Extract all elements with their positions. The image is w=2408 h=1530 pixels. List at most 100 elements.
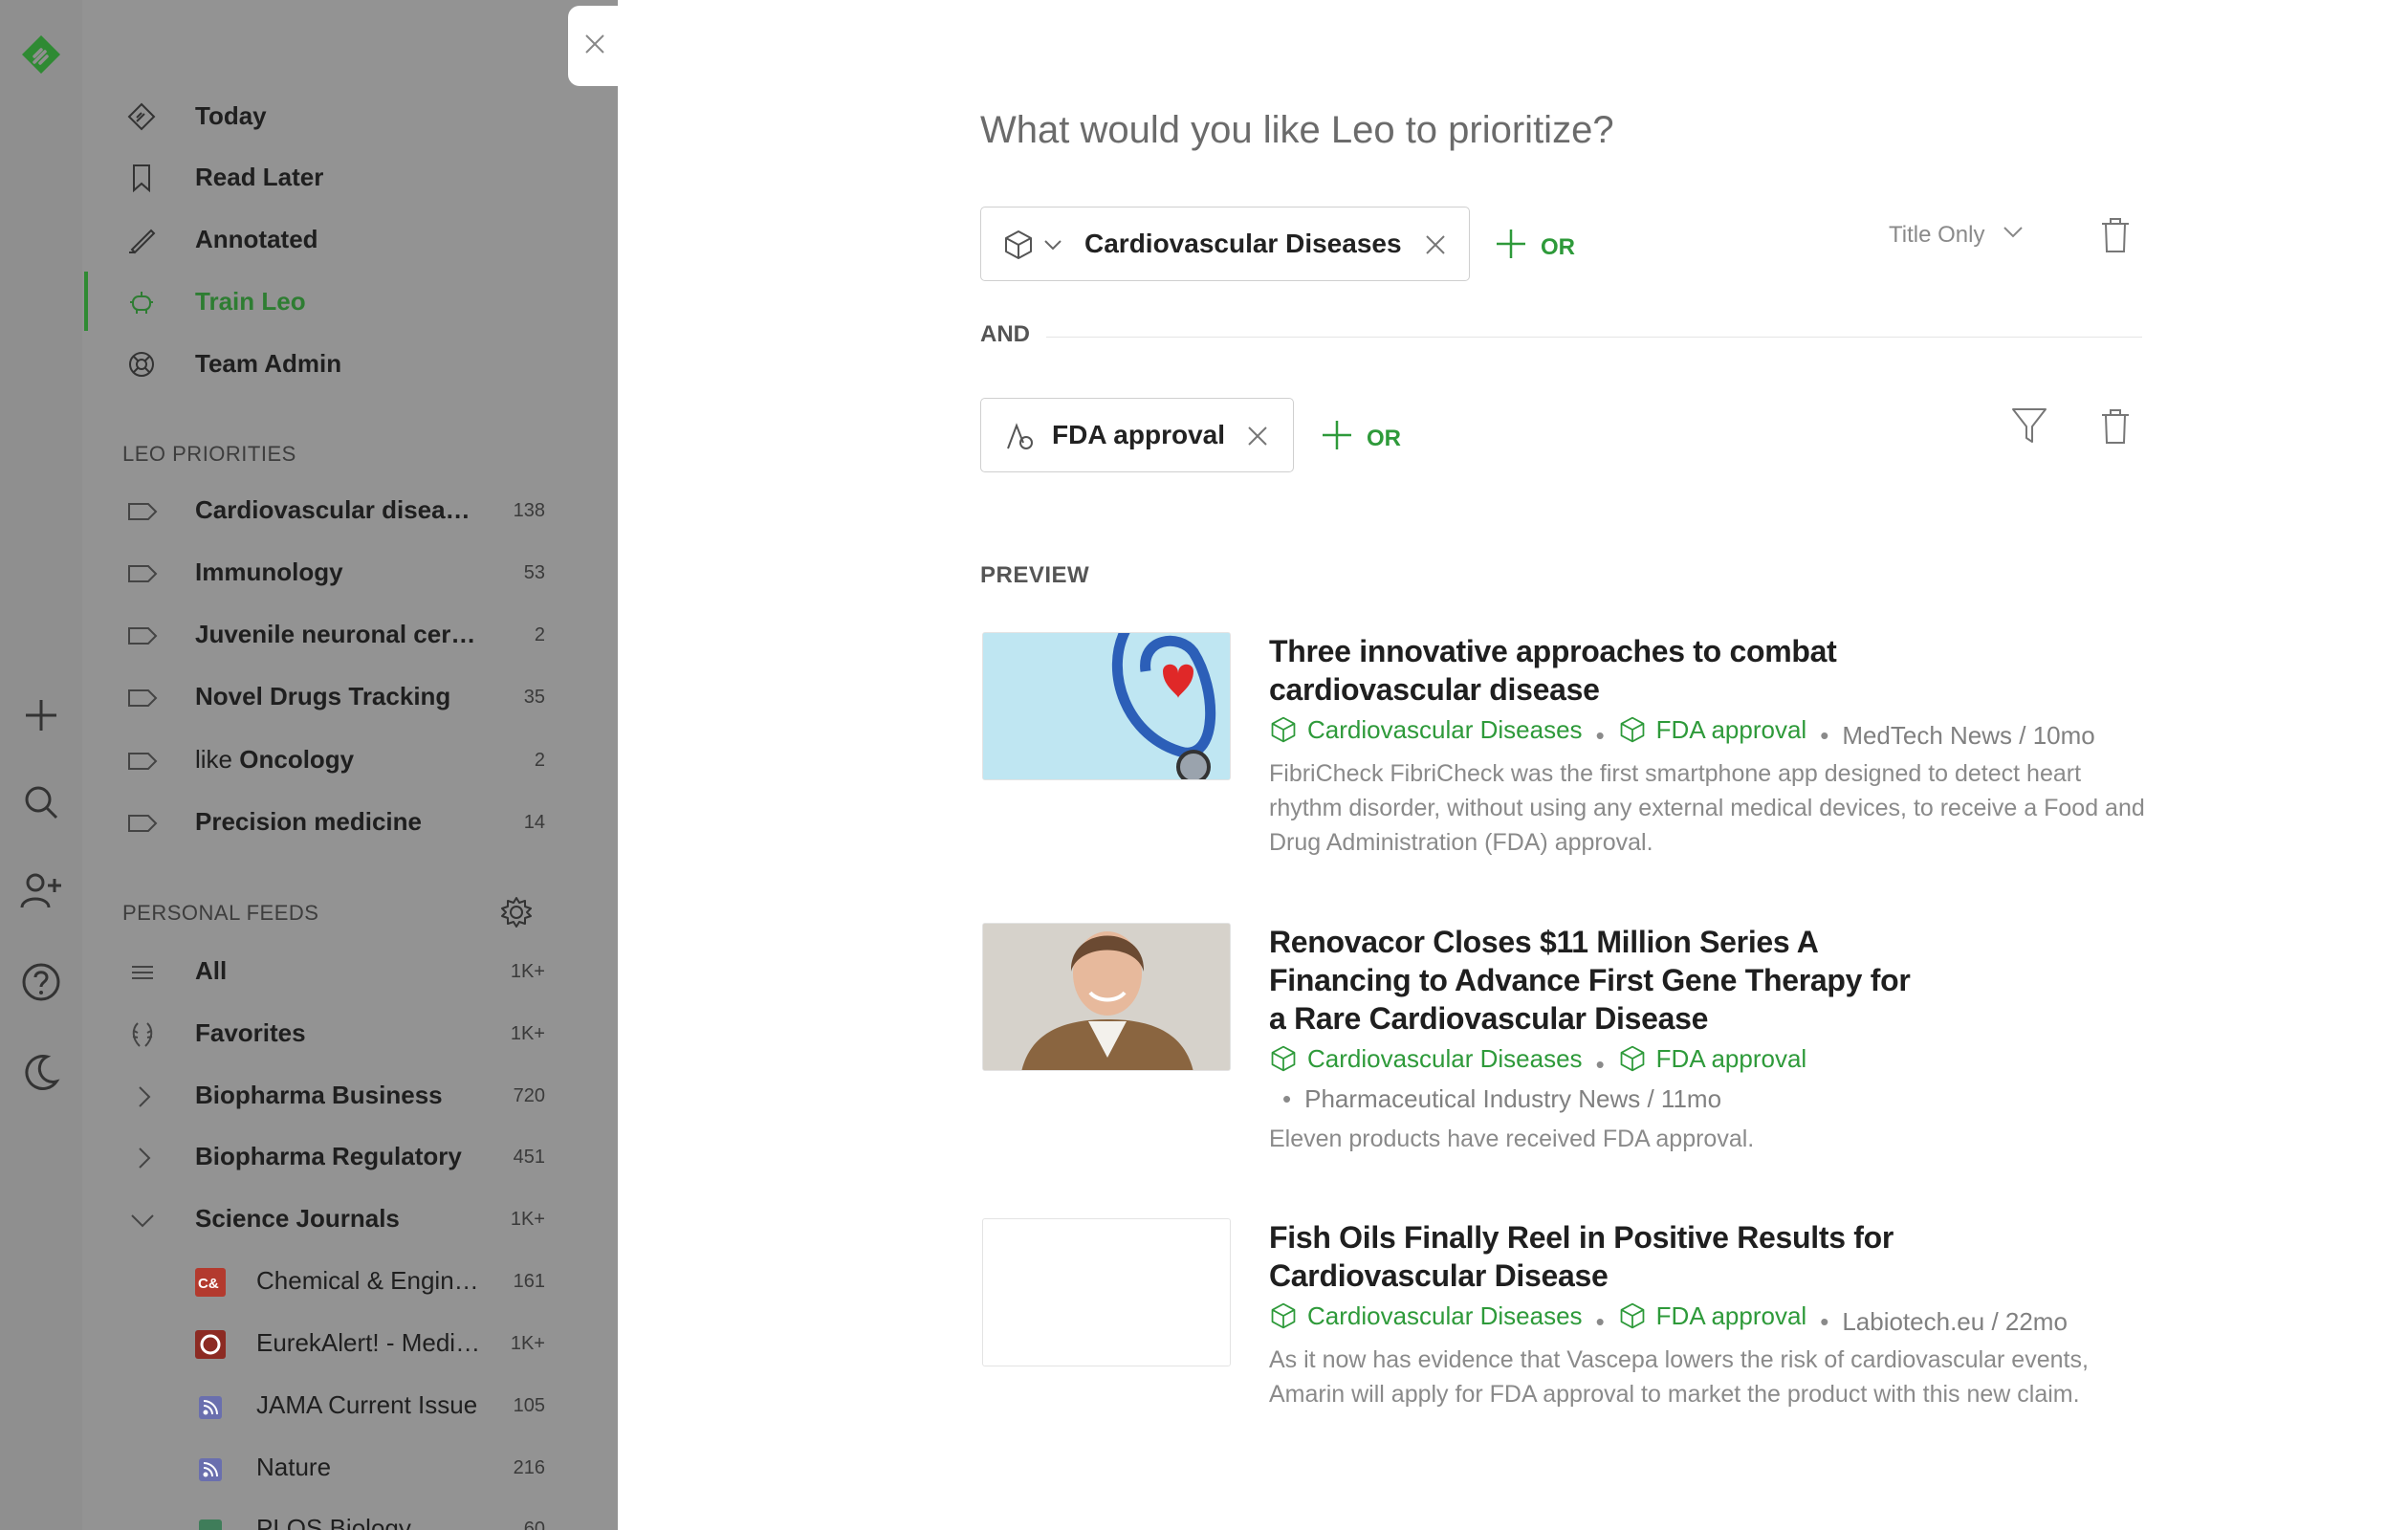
chevron-right-icon[interactable] xyxy=(126,1082,159,1112)
sidebar: Today Read Later Annotated Train Leo Tea… xyxy=(82,0,618,1530)
priority-item[interactable]: like Oncology 2 xyxy=(82,732,618,790)
article-title[interactable]: Fish Oils Finally Reel in Positive Resul… xyxy=(1269,1218,1919,1295)
nav-read-later[interactable]: Read Later xyxy=(82,149,618,205)
article-source: Labiotech.eu / 22mo xyxy=(1842,1307,2068,1336)
article-tag[interactable]: FDA approval xyxy=(1618,1299,1806,1333)
source-count: 216 xyxy=(513,1457,545,1478)
article-title[interactable]: Three innovative approaches to combat ca… xyxy=(1269,632,1919,709)
article-source: MedTech News / 10mo xyxy=(1842,721,2095,750)
search-icon[interactable] xyxy=(17,778,65,826)
article-meta: Cardiovascular Diseases • FDA approval • Pha… xyxy=(1269,1041,1881,1116)
nav-team-admin[interactable]: Team Admin xyxy=(82,336,618,391)
article-meta: Cardiovascular Diseases • FDA approval • Lab… xyxy=(1269,1299,2149,1339)
source-item[interactable]: JAMA Current Issue 105 xyxy=(82,1378,618,1435)
plus-icon xyxy=(1321,419,1353,458)
priority-label: like Oncology xyxy=(195,745,482,775)
priority-count: 2 xyxy=(534,624,545,645)
source-label: Chemical & Engin… xyxy=(256,1266,479,1295)
scope-dropdown[interactable]: Title Only xyxy=(1889,220,2025,250)
topic-cube-icon xyxy=(1271,1045,1296,1072)
article-tag[interactable]: Cardiovascular Diseases xyxy=(1269,1041,1583,1076)
article-tag[interactable]: Cardiovascular Diseases xyxy=(1269,1299,1583,1333)
highlighter-icon xyxy=(126,225,157,255)
source-item[interactable]: Nature 216 xyxy=(82,1440,618,1497)
topic-cube-icon xyxy=(1620,716,1645,743)
topic-cube-icon xyxy=(1620,1045,1645,1072)
plos-logo-icon xyxy=(199,1519,222,1530)
priority-count: 35 xyxy=(523,687,545,708)
chevron-down-icon[interactable] xyxy=(126,1205,159,1235)
feed-label: Biopharma Business xyxy=(195,1081,443,1109)
source-label: EurekAlert! - Medi… xyxy=(256,1328,481,1357)
priority-item[interactable]: Immunology 53 xyxy=(82,545,618,602)
chevron-down-icon xyxy=(2002,220,2025,250)
leo-icon xyxy=(126,287,157,317)
feed-label: Favorites xyxy=(195,1018,306,1047)
source-count: 60 xyxy=(523,1519,545,1530)
add-or-button[interactable]: OR xyxy=(1321,419,1401,458)
delete-rule-button[interactable] xyxy=(2099,407,2132,450)
feed-label: All xyxy=(195,956,228,985)
tag-icon xyxy=(126,808,159,839)
source-item[interactable]: PLOS Biology 60 xyxy=(82,1501,618,1530)
topic-cube-icon xyxy=(1620,1302,1645,1329)
feed-item-all[interactable]: All 1K+ xyxy=(82,944,618,1001)
cen-logo-icon: C& xyxy=(195,1268,226,1297)
or-label: OR xyxy=(1541,233,1575,260)
dark-mode-icon[interactable] xyxy=(17,1048,65,1096)
topic-cube-icon xyxy=(1271,716,1296,743)
chevron-down-icon[interactable] xyxy=(1042,234,1063,260)
add-icon[interactable] xyxy=(17,691,65,739)
close-panel-button[interactable] xyxy=(568,6,622,86)
separator-dot: • xyxy=(1595,721,1605,750)
source-label: PLOS Biology xyxy=(256,1514,411,1530)
nav-annotated[interactable]: Annotated xyxy=(82,211,618,267)
feed-count: 451 xyxy=(513,1147,545,1168)
feed-item-biopharma-business[interactable]: Biopharma Business 720 xyxy=(82,1068,618,1126)
priority-item[interactable]: Juvenile neuronal cer… 2 xyxy=(82,607,618,665)
lifebuoy-icon xyxy=(126,349,157,380)
list-icon xyxy=(126,957,159,988)
help-icon[interactable] xyxy=(17,958,65,1006)
close-icon xyxy=(582,32,607,61)
feed-item-favorites[interactable]: Favorites 1K+ xyxy=(82,1006,618,1063)
topic-cube-icon xyxy=(1002,229,1035,266)
article-tag[interactable]: Cardiovascular Diseases xyxy=(1269,712,1583,747)
separator-dot: • xyxy=(1282,1084,1292,1113)
nav-label: Annotated xyxy=(195,224,318,253)
feed-count: 720 xyxy=(513,1085,545,1106)
feeds-section-title: PERSONAL FEEDS xyxy=(122,901,319,925)
feed-item-biopharma-regulatory[interactable]: Biopharma Regulatory 451 xyxy=(82,1129,618,1187)
nav-today[interactable]: Today xyxy=(82,88,618,143)
add-or-button[interactable]: OR xyxy=(1495,228,1575,267)
source-item[interactable]: EurekAlert! - Medi… 1K+ xyxy=(82,1316,618,1373)
remove-chip-icon[interactable] xyxy=(1423,232,1448,262)
priority-item[interactable]: Precision medicine 14 xyxy=(82,795,618,852)
feedly-logo-icon[interactable] xyxy=(17,31,65,78)
or-label: OR xyxy=(1367,425,1401,451)
delete-rule-button[interactable] xyxy=(2099,216,2132,259)
article-tag[interactable]: FDA approval xyxy=(1618,712,1806,747)
priority-item[interactable]: Novel Drugs Tracking 35 xyxy=(82,669,618,727)
priority-count: 14 xyxy=(523,812,545,833)
article-description: Eleven products have received FDA approv… xyxy=(1269,1126,1755,1152)
separator-dot: • xyxy=(1820,1307,1829,1336)
tag-icon xyxy=(126,746,159,776)
feed-count: 1K+ xyxy=(510,1023,545,1044)
rule-chip-cardiovascular[interactable]: Cardiovascular Diseases xyxy=(980,207,1470,281)
eurekalert-logo-icon xyxy=(195,1330,226,1359)
filter-button[interactable] xyxy=(2010,405,2048,452)
nav-train-leo[interactable]: Train Leo xyxy=(82,273,618,329)
add-user-icon[interactable] xyxy=(17,866,65,914)
gear-icon[interactable] xyxy=(499,895,534,929)
svg-text:C&: C& xyxy=(198,1276,219,1292)
priority-item[interactable]: Cardiovascular disea… 138 xyxy=(82,483,618,540)
article-title[interactable]: Renovacor Closes $11 Million Series A Fi… xyxy=(1269,923,1919,1038)
article-tag[interactable]: FDA approval xyxy=(1618,1041,1806,1076)
feed-item-science-journals[interactable]: Science Journals 1K+ xyxy=(82,1191,618,1249)
remove-chip-icon[interactable] xyxy=(1245,424,1270,453)
rule-chip-fda-approval[interactable]: FDA approval xyxy=(980,398,1294,472)
plus-icon xyxy=(1495,228,1527,267)
source-item[interactable]: C& Chemical & Engin… 161 xyxy=(82,1254,618,1311)
chevron-right-icon[interactable] xyxy=(126,1143,159,1173)
